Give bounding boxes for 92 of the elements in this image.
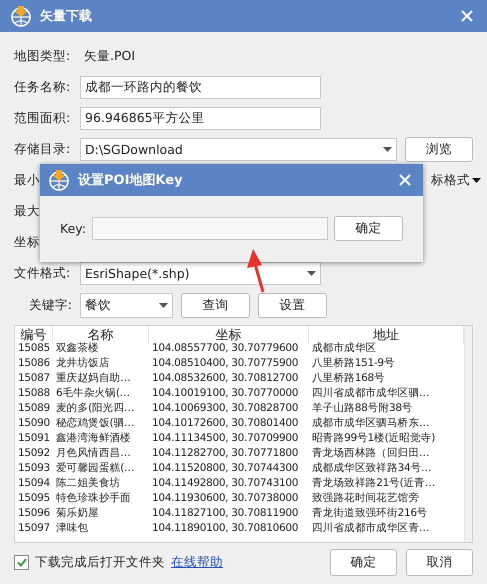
table-cell-text: 致强路花时间花艺馆旁 (311, 491, 420, 506)
table-cell-text: 104.11890100, 30.70810600 (151, 521, 300, 536)
table-cell-text: 羊子山路88号附38号 (311, 401, 414, 416)
table-cell-text: 成都成华区致祥路34号… (311, 461, 432, 476)
table-cell-text: 104.11134500, 30.70709900 (151, 431, 300, 446)
caret-icon (383, 147, 392, 152)
table-cell-text: 104.10172600, 30.70801400 (151, 416, 300, 431)
caret-icon (159, 302, 168, 308)
table-cell-text: 104.11282700, 30.70771800 (151, 446, 300, 461)
globe-icon (48, 169, 70, 191)
table-cell-text: 15095 (17, 491, 51, 506)
table-cell-text: 104.08510400, 30.70775900 (151, 356, 300, 371)
table-cell-text: 秘恋鸡煲饭(驷… (55, 416, 136, 431)
table-cell-text: 成都市成华区 (311, 341, 378, 356)
field-value: 矢量.POI (83, 48, 136, 65)
table-cell-text: 成都市成华区驷马桥东… (311, 416, 430, 431)
dialog-title: 设置POI地图Key (78, 172, 184, 189)
table-cell-text: 15093 (17, 461, 51, 476)
table-cell-text: 15092 (17, 446, 51, 461)
table-cell-text: 15087 (17, 371, 51, 386)
table-cell-text: 八里桥路168号 (311, 371, 386, 386)
ok-button[interactable]: 确定 (330, 549, 397, 576)
table-cell-text: 104.11492800, 30.70743100 (151, 476, 300, 491)
field-label: 标格式 (431, 172, 470, 189)
caret-icon (307, 271, 316, 276)
key-label: Key: (60, 221, 86, 236)
globe-icon (10, 5, 32, 27)
table-cell-text: 15086 (17, 356, 51, 371)
field-label: 最小 (14, 172, 40, 189)
table-cell-text: 104.08532600, 30.70812700 (151, 371, 300, 386)
field-label: 最大 (14, 203, 40, 220)
window-title: 矢量下载 (40, 8, 93, 25)
cancel-button[interactable]: 取消 (406, 549, 473, 576)
table-cell-text: 四川省成都市成华区青… (311, 521, 430, 536)
scrollbar[interactable] (464, 326, 472, 542)
column-header: 坐标 (149, 326, 309, 344)
field-label: 关键字: (28, 296, 72, 314)
table-cell-text: 月色风情西昌… (55, 446, 132, 461)
table-cell-text: 八里桥路151-9号 (311, 356, 396, 371)
table-cell-text: 15091 (17, 431, 51, 446)
table-cell-text: 龙井坊饭店 (55, 356, 111, 371)
field-label: 地图类型: (14, 48, 72, 65)
browse-button[interactable]: 浏览 (405, 137, 473, 162)
table-cell-text: 昭青路99号1楼(近昭觉寺) (311, 431, 436, 446)
field-label: 坐标 (14, 234, 40, 251)
table-cell-text: 陈二姐美食坊 (55, 476, 122, 491)
table-cell-text: 青龙场西林路（回归田… (311, 446, 430, 461)
table-cell-text: 重庆赵妈自助… (55, 371, 132, 386)
table-cell-text: 104.10069300, 30.70828700 (151, 401, 300, 416)
table-cell-text: 104.08557700, 30.70779600 (151, 341, 300, 356)
close-icon (461, 10, 473, 22)
confirm-button[interactable]: 确定 (334, 216, 403, 241)
table-cell-text: 15090 (17, 416, 51, 431)
dropdown-field[interactable]: D:\SGDownload (80, 138, 397, 161)
table-cell-text: 104.11930600, 30.70738000 (151, 491, 300, 506)
text-field[interactable]: 96.946865平方公里 (80, 107, 321, 130)
table-cell-text: 104.11827100, 30.70811900 (151, 506, 300, 521)
checkbox-label: 下载完成后打开文件夹 (35, 554, 165, 571)
text-field[interactable]: 成都一环路内的餐饮 (80, 76, 321, 99)
keyword-dropdown[interactable]: 餐饮 (80, 292, 173, 318)
field-label: 范围面积: (14, 110, 72, 127)
dropdown-field[interactable]: EsriShape(*.shp) (80, 262, 321, 285)
field-label: 任务名称: (14, 79, 72, 96)
table-cell-text: 双鑫茶楼 (55, 341, 100, 356)
table-cell-text: 特色珍珠抄手面 (55, 491, 132, 506)
table-cell-text: 麦的多(阳光四… (55, 401, 136, 416)
caret-icon (472, 178, 481, 183)
table-cell-text: 6毛牛杂火锅(… (55, 386, 131, 401)
help-link[interactable]: 在线帮助 (171, 554, 223, 571)
checkbox[interactable] (14, 555, 29, 570)
table-cell-text: 青龙街道致强环街216号 (311, 506, 428, 521)
table-cell-text: 15094 (17, 476, 51, 491)
table-cell-text: 津味包 (55, 521, 90, 536)
table-cell-text: 鑫港湾海鲜酒楼 (55, 431, 132, 446)
table-cell-text: 15088 (17, 386, 51, 401)
column-header: 编号 (15, 326, 53, 344)
table-cell-text: 15096 (17, 506, 51, 521)
settings-button[interactable]: 设置 (258, 292, 327, 318)
key-field[interactable] (92, 217, 328, 240)
table-cell-text: 四川省成都市成华区驷… (311, 386, 430, 401)
table-cell-text: 青龙场致祥路21号(近青… (311, 476, 436, 491)
query-button[interactable]: 查询 (181, 292, 250, 318)
field-label: 文件格式: (14, 265, 72, 282)
close-icon (399, 174, 411, 186)
field-label: 存储目录: (14, 141, 72, 158)
table-cell-text: 爱可馨园蛋糕(… (55, 461, 136, 476)
table-cell-text: 15097 (17, 521, 51, 536)
table-cell-text: 104.10019100, 30.70770000 (151, 386, 300, 401)
table-cell-text: 104.11520800, 30.70744300 (151, 461, 300, 476)
table-cell-text: 菊乐奶屋 (55, 506, 100, 521)
table-cell-text: 15089 (17, 401, 51, 416)
table-cell-text: 15085 (17, 341, 51, 356)
